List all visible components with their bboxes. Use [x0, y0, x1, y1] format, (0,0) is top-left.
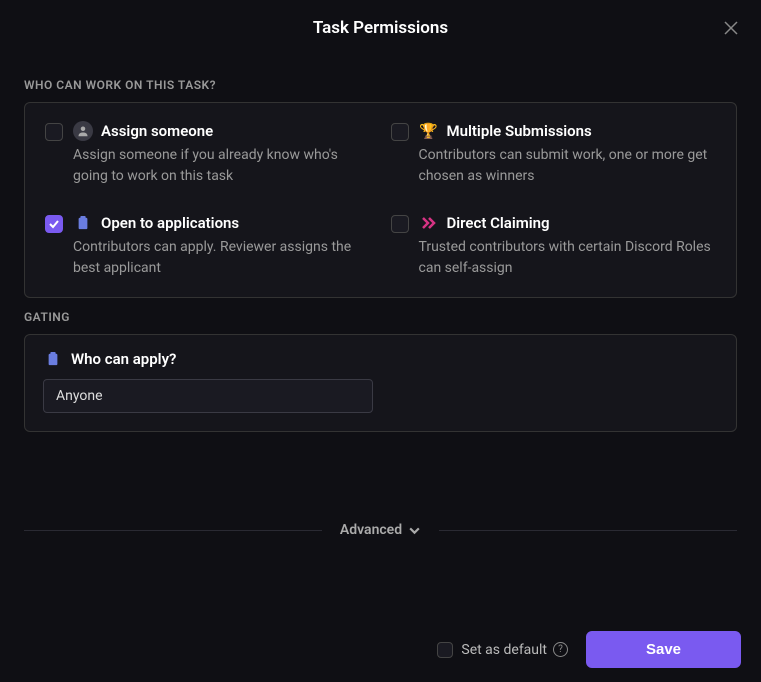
option-title: Multiple Submissions — [447, 122, 592, 140]
option-desc: Assign someone if you already know who's… — [73, 145, 371, 187]
option-multiple-submissions[interactable]: 🏆 Multiple Submissions Contributors can … — [391, 121, 717, 187]
modal-title: Task Permissions — [313, 18, 448, 38]
set-default-row[interactable]: Set as default ? — [437, 642, 568, 658]
close-button[interactable] — [721, 18, 741, 38]
checkbox-assign[interactable] — [45, 123, 63, 141]
option-assign-someone[interactable]: Assign someone Assign someone if you alr… — [45, 121, 371, 187]
option-title: Open to applications — [101, 214, 239, 232]
who-section-label: WHO CAN WORK ON THIS TASK? — [24, 78, 737, 92]
chevrons-right-icon — [419, 213, 439, 233]
option-direct-claiming[interactable]: Direct Claiming Trusted contributors wit… — [391, 213, 717, 279]
option-open-to-applications[interactable]: Open to applications Contributors can ap… — [45, 213, 371, 279]
option-desc: Contributors can apply. Reviewer assigns… — [73, 237, 371, 279]
gating-section-label: GATING — [24, 310, 737, 324]
who-can-apply-select[interactable]: Anyone — [43, 379, 373, 413]
option-desc: Trusted contributors with certain Discor… — [419, 237, 717, 279]
modal-header: Task Permissions — [0, 0, 761, 56]
option-title: Direct Claiming — [447, 214, 550, 232]
clipboard-icon — [73, 213, 93, 233]
advanced-toggle[interactable]: Advanced — [24, 522, 737, 538]
options-grid: Assign someone Assign someone if you alr… — [45, 121, 716, 279]
chevron-down-icon — [408, 524, 421, 537]
close-icon — [724, 21, 738, 35]
gating-panel: Who can apply? Anyone — [24, 334, 737, 432]
save-button[interactable]: Save — [586, 631, 741, 668]
checkbox-direct[interactable] — [391, 215, 409, 233]
set-default-label: Set as default — [461, 642, 547, 658]
person-icon — [73, 121, 93, 141]
checkbox-set-default[interactable] — [437, 642, 453, 658]
gating-title: Who can apply? — [71, 350, 176, 368]
modal-content: WHO CAN WORK ON THIS TASK? Assign someon… — [0, 56, 761, 538]
modal-footer: Set as default ? Save — [0, 617, 761, 682]
option-desc: Contributors can submit work, one or mor… — [419, 145, 717, 187]
checkbox-open[interactable] — [45, 215, 63, 233]
advanced-label: Advanced — [340, 522, 402, 538]
checkbox-multiple[interactable] — [391, 123, 409, 141]
clipboard-icon — [43, 349, 63, 369]
options-panel: Assign someone Assign someone if you alr… — [24, 102, 737, 298]
help-icon[interactable]: ? — [553, 642, 568, 657]
trophy-icon: 🏆 — [419, 121, 439, 141]
option-title: Assign someone — [101, 122, 213, 140]
